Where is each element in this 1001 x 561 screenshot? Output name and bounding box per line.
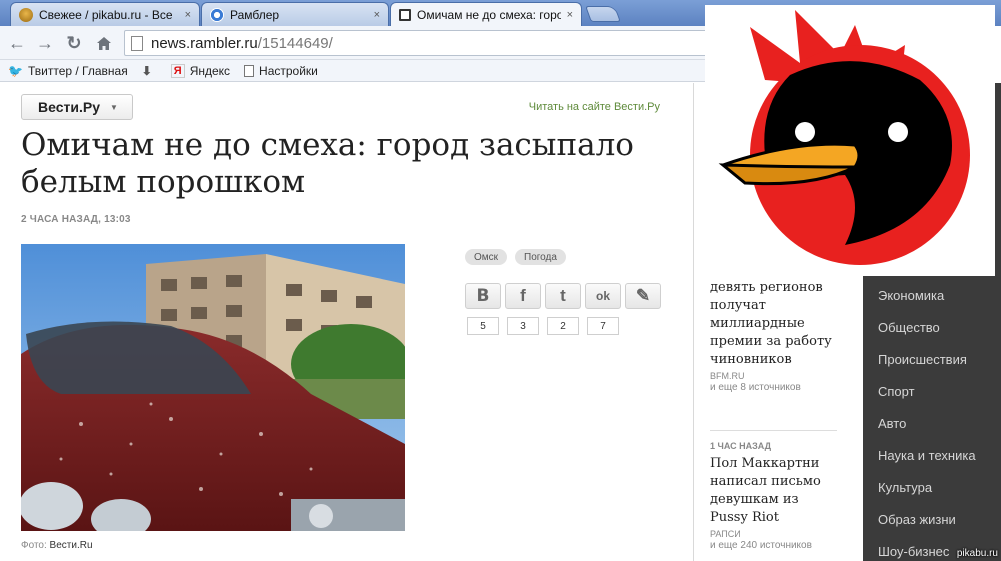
share-count-odnoklassniki: 7 xyxy=(587,317,619,335)
page-icon xyxy=(131,35,143,51)
rubric-showbiz[interactable]: Шоу-бизнес xyxy=(878,544,949,559)
rambler-favicon-icon xyxy=(210,7,224,22)
bookmark-settings[interactable]: Настройки xyxy=(244,64,318,78)
bookmark-download[interactable]: ⬇ xyxy=(142,64,157,78)
watermark: pikabu.ru xyxy=(956,548,998,559)
share-livejournal-button[interactable]: ✎ xyxy=(625,283,661,309)
close-tab-icon[interactable]: × xyxy=(374,9,380,21)
bookmarks-bar: 🐦 Твиттер / Главная ⬇ Я Яндекс Настройки xyxy=(0,60,705,82)
share-facebook-button[interactable]: f xyxy=(505,283,541,309)
news-page-favicon-icon xyxy=(399,9,411,21)
rubric-society[interactable]: Общество xyxy=(878,320,940,335)
rubric-sport[interactable]: Спорт xyxy=(878,384,915,399)
tab-title: Рамблер xyxy=(230,7,280,22)
rubric-science[interactable]: Наука и техника xyxy=(878,448,976,463)
news-more-sources[interactable]: и еще 8 источников xyxy=(710,382,840,393)
tab-title: Омичам не до смеха: горо xyxy=(417,8,561,22)
rubric-auto[interactable]: Авто xyxy=(878,416,906,431)
bookmark-twitter[interactable]: 🐦 Твиттер / Главная xyxy=(8,64,128,78)
twitter-icon: t xyxy=(560,286,566,305)
news-more-sources[interactable]: и еще 240 источников xyxy=(710,540,840,551)
read-on-source-link[interactable]: Читать на сайте Вести.Ру xyxy=(529,101,660,113)
source-dropdown[interactable]: Вести.Ру ▼ xyxy=(21,94,133,120)
rubric-culture[interactable]: Культура xyxy=(878,480,932,495)
share-vkontakte-button[interactable]: B xyxy=(465,283,501,309)
tab-pikabu[interactable]: Свежее / pikabu.ru - Все × xyxy=(10,2,200,26)
tab-article[interactable]: Омичам не до смеха: горо × xyxy=(390,2,582,27)
new-tab-button[interactable] xyxy=(585,6,621,22)
caption-label: Фото: xyxy=(21,540,47,551)
source-label: Вести.Ру xyxy=(38,99,100,115)
chevron-down-icon: ▼ xyxy=(109,102,118,112)
yandex-icon: Я xyxy=(170,63,185,78)
caption-source-link[interactable]: Вести.Ru xyxy=(50,540,93,551)
url-path: /15144649/ xyxy=(257,34,333,52)
forward-arrow-icon[interactable]: → xyxy=(34,32,56,54)
news-title[interactable]: Пол Маккартни написал письмо девушкам из… xyxy=(710,455,840,527)
vkontakte-icon: B xyxy=(476,286,490,306)
share-twitter-button[interactable]: t xyxy=(545,283,581,309)
page-icon xyxy=(244,64,255,77)
tab-rambler[interactable]: Рамблер × xyxy=(201,2,389,26)
tag-weather[interactable]: Погода xyxy=(515,249,566,265)
rubric-incidents[interactable]: Происшествия xyxy=(878,352,967,367)
news-title[interactable]: девять регионов получат миллиардные прем… xyxy=(710,279,840,369)
article: Вести.Ру ▼ Читать на сайте Вести.Ру Омич… xyxy=(0,83,694,561)
close-tab-icon[interactable]: × xyxy=(185,9,191,21)
article-timestamp: 2 ЧАСА НАЗАД, 13:03 xyxy=(21,214,131,225)
share-odnoklassniki-button[interactable]: ok xyxy=(585,283,621,309)
back-arrow-icon[interactable]: ← xyxy=(6,32,28,54)
share-count-twitter: 2 xyxy=(547,317,579,335)
news-source: РАПСИ xyxy=(710,529,741,539)
odnoklassniki-icon: ok xyxy=(595,289,610,303)
share-count-facebook: 3 xyxy=(507,317,539,335)
photo-caption: Фото: Вести.Ru xyxy=(21,540,93,551)
url-host: news.rambler.ru xyxy=(151,34,258,52)
reload-icon[interactable]: ↻ xyxy=(63,32,85,54)
list-item[interactable]: 1 ЧАС НАЗАД Пол Маккартни написал письмо… xyxy=(710,441,840,551)
download-arrow-icon: ⬇ xyxy=(141,63,152,78)
twitter-bird-icon: 🐦 xyxy=(8,63,23,78)
rubric-lifestyle[interactable]: Образ жизни xyxy=(878,512,956,527)
rambler-woodpecker-logo xyxy=(705,5,995,276)
browser-toolbar: ← → ↻ news.rambler.ru/15144649/ xyxy=(0,26,724,60)
tag-omsk[interactable]: Омск xyxy=(465,249,508,265)
divider xyxy=(710,430,837,431)
home-icon[interactable] xyxy=(93,32,115,54)
share-count-vkontakte: 5 xyxy=(467,317,499,335)
news-source: BFM.RU xyxy=(710,371,745,381)
bookmark-yandex[interactable]: Я Яндекс xyxy=(170,63,231,78)
article-photo[interactable] xyxy=(21,244,405,531)
close-tab-icon[interactable]: × xyxy=(567,9,573,21)
pikabu-favicon-icon xyxy=(19,7,33,22)
tab-title: Свежее / pikabu.ru - Все xyxy=(39,7,173,22)
bookmark-label: Твиттер / Главная xyxy=(27,63,128,78)
address-bar[interactable]: news.rambler.ru/15144649/ xyxy=(124,30,724,56)
bookmark-label: Настройки xyxy=(259,63,318,78)
news-time: 1 ЧАС НАЗАД xyxy=(710,441,771,451)
woodpecker-icon xyxy=(718,10,970,265)
list-item[interactable]: девять регионов получат миллиардные прем… xyxy=(710,279,840,393)
page-title: Омичам не до смеха: город засыпало белым… xyxy=(21,127,634,200)
rubric-economy[interactable]: Экономика xyxy=(878,288,944,303)
bookmark-label: Яндекс xyxy=(189,63,231,78)
facebook-icon: f xyxy=(520,286,526,305)
pencil-icon: ✎ xyxy=(635,286,651,305)
